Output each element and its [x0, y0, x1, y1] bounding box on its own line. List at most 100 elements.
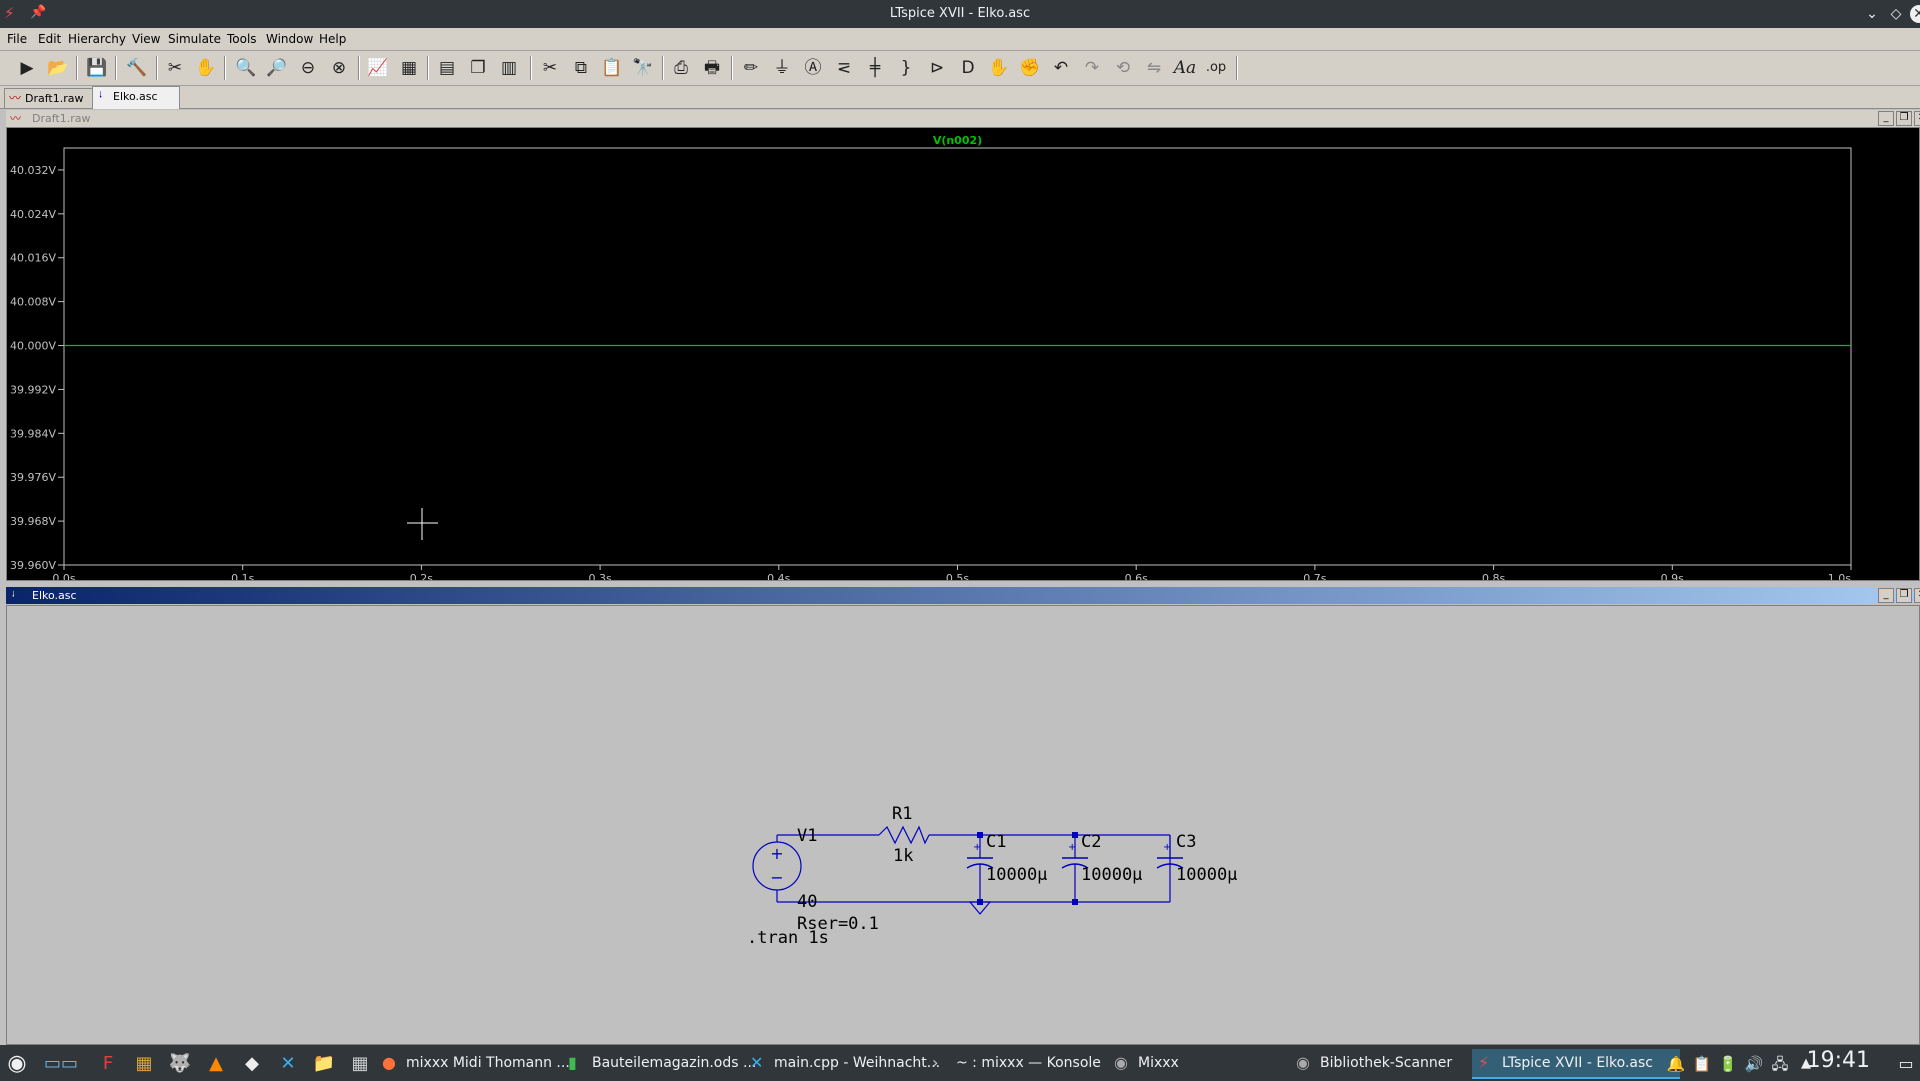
r1-name[interactable]: R1	[892, 804, 912, 824]
run-stop-icon[interactable]: ✂	[162, 55, 188, 81]
drag-hand-icon[interactable]: ✊	[1017, 55, 1043, 81]
autorange-icon[interactable]: 📈	[365, 55, 391, 81]
copy-icon[interactable]: ⧉	[568, 55, 594, 81]
task-vscode[interactable]: ✕ main.cpp - Weihnacht...	[744, 1049, 952, 1077]
text-icon[interactable]: Aa	[1172, 55, 1198, 81]
clipboard-icon[interactable]: 📋	[1688, 1050, 1716, 1078]
run-icon[interactable]: ▶	[14, 55, 40, 81]
cascade-icon[interactable]: ❐	[465, 55, 491, 81]
menu-edit[interactable]: Edit	[38, 32, 61, 46]
zoom-in-icon[interactable]: 🔍	[233, 55, 259, 81]
tab-draft1-raw[interactable]: 〰 Draft1.raw	[4, 88, 94, 108]
task-bibliothek-scanner[interactable]: ◉ Bibliothek-Scanner	[1290, 1049, 1498, 1077]
redo-icon[interactable]: ↷	[1079, 55, 1105, 81]
mirror-icon[interactable]: ⇋	[1141, 55, 1167, 81]
print-setup-icon[interactable]: ⎙	[668, 55, 694, 81]
find-icon[interactable]: 🔭	[630, 55, 656, 81]
close-icon[interactable]: ✕	[1914, 588, 1920, 603]
plot-settings-icon[interactable]: ▦	[396, 55, 422, 81]
cut-icon[interactable]: ✂	[537, 55, 563, 81]
c3-name[interactable]: C3	[1176, 832, 1196, 852]
restore-icon[interactable]: ❐	[1896, 588, 1912, 603]
gimp-icon[interactable]: 🐺	[166, 1050, 194, 1078]
minimize-icon[interactable]: _	[1878, 111, 1894, 126]
pager-icon[interactable]: ▭▭	[36, 1050, 86, 1078]
network-icon[interactable]: 🖧	[1766, 1050, 1794, 1078]
voltage-source-v1[interactable]: + −	[752, 841, 802, 891]
component-icon[interactable]: D	[955, 55, 981, 81]
battery-icon[interactable]: 🔋	[1714, 1050, 1742, 1078]
menu-simulate[interactable]: Simulate	[168, 32, 221, 46]
menu-window[interactable]: Window	[266, 32, 313, 46]
ground-icon[interactable]: ⏚	[769, 55, 795, 81]
schematic-window-header[interactable]: ᛍ Elko.asc _ ❐ ✕	[6, 587, 1920, 604]
capacitor-icon[interactable]: ╪	[862, 55, 888, 81]
app-launcher-icon[interactable]: ◉	[3, 1050, 31, 1078]
resistor-r1[interactable]	[878, 825, 930, 845]
task-bauteilemagazin[interactable]: ▮ Bauteilemagazin.ods ...	[562, 1049, 770, 1077]
v1-value[interactable]: 40	[797, 892, 817, 912]
menu-view[interactable]: View	[132, 32, 160, 46]
tile-vertical-icon[interactable]: ▥	[496, 55, 522, 81]
kicad-icon[interactable]: ▦	[130, 1050, 158, 1078]
plot-window-header[interactable]: 〰 Draft1.raw _ ❐ ✕	[6, 110, 1920, 127]
draw-wire-icon[interactable]: ✏	[738, 55, 764, 81]
c3-value[interactable]: 10000µ	[1176, 865, 1237, 885]
zoom-out-icon[interactable]: ⊖	[295, 55, 321, 81]
v1-name[interactable]: V1	[797, 826, 817, 846]
save-icon[interactable]: 💾	[84, 55, 110, 81]
rotate-icon[interactable]: ⟲	[1110, 55, 1136, 81]
menu-file[interactable]: File	[7, 32, 27, 46]
task-mixxx[interactable]: ◉ Mixxx	[1108, 1049, 1316, 1077]
restore-icon[interactable]: ❐	[1896, 111, 1912, 126]
trace-label[interactable]: V(n002)	[933, 134, 982, 147]
move-hand-icon[interactable]: ✋	[986, 55, 1012, 81]
r1-value[interactable]: 1k	[893, 846, 913, 866]
c2-name[interactable]: C2	[1081, 832, 1101, 852]
calculator-icon[interactable]: ▦	[346, 1050, 374, 1078]
vscode-icon[interactable]: ✕	[274, 1050, 302, 1078]
notifications-icon[interactable]: 🔔	[1662, 1050, 1690, 1078]
tile-horizontal-icon[interactable]: ▤	[434, 55, 460, 81]
open-folder-icon[interactable]: 📂	[45, 55, 71, 81]
menu-hierarchy[interactable]: Hierarchy	[68, 32, 126, 46]
plot-canvas[interactable]: 40.032V 40.024V 40.016V 40.008V 40.000V 39.99…	[7, 128, 1919, 580]
close-icon[interactable]: ✕	[1914, 111, 1920, 126]
minimize-icon[interactable]: _	[1878, 588, 1894, 603]
c1-name[interactable]: C1	[986, 832, 1006, 852]
c2-value[interactable]: 10000µ	[1081, 865, 1142, 885]
volume-icon[interactable]: 🔊	[1740, 1050, 1768, 1078]
waveform-plot[interactable]: 40.032V 40.024V 40.016V 40.008V 40.000V 39.99…	[6, 127, 1920, 581]
clock[interactable]: 19:41	[1807, 1048, 1870, 1073]
zoom-fit-icon[interactable]: ⊗	[326, 55, 352, 81]
inductor-icon[interactable]: }	[893, 55, 919, 81]
task-konsole[interactable]: › ~ : mixxx — Konsole	[926, 1049, 1134, 1077]
maximize-icon[interactable]: ◇	[1886, 4, 1906, 24]
zoom-area-icon[interactable]: 🔎	[264, 55, 290, 81]
file-manager-icon[interactable]: 📁	[310, 1050, 338, 1078]
menu-help[interactable]: Help	[319, 32, 346, 46]
diode-icon[interactable]: ⊳	[924, 55, 950, 81]
c1-value[interactable]: 10000µ	[986, 865, 1047, 885]
inkscape-icon[interactable]: ◆	[238, 1050, 266, 1078]
task-firefox[interactable]: ● mixxx Midi Thomann ...	[376, 1049, 586, 1077]
task-ltspice[interactable]: ⚡ LTspice XVII - Elko.asc	[1472, 1049, 1680, 1079]
print-icon[interactable]: 🖶	[699, 55, 725, 81]
label-net-icon[interactable]: Ⓐ	[800, 55, 826, 81]
pan-hand-icon[interactable]: ✋	[193, 55, 219, 81]
window-titlebar[interactable]: ⚡ 📌 LTspice XVII - Elko.asc ⌄ ◇ ✕	[0, 0, 1920, 28]
paste-icon[interactable]: 📋	[599, 55, 625, 81]
schematic-editor[interactable]: + − + + + V1 40 Rser=0.1 R1 1k C1 10000µ…	[6, 605, 1920, 1045]
tab-elko-asc[interactable]: ᛍ Elko.asc	[92, 86, 180, 109]
schematic-canvas[interactable]: + − + + + V1 40 Rser=0.1 R1 1k C1 10000µ…	[7, 606, 1919, 1044]
filezilla-icon[interactable]: F	[94, 1050, 122, 1078]
spice-directive[interactable]: .tran 1s	[747, 928, 829, 948]
control-panel-icon[interactable]: 🔨	[124, 55, 150, 81]
resistor-icon[interactable]: ⋜	[831, 55, 857, 81]
undo-icon[interactable]: ↶	[1048, 55, 1074, 81]
minimize-icon[interactable]: ⌄	[1862, 4, 1882, 24]
menu-tools[interactable]: Tools	[227, 32, 257, 46]
show-desktop-icon[interactable]: ▭	[1892, 1050, 1920, 1078]
spice-directive-icon[interactable]: .op	[1203, 55, 1229, 81]
vlc-icon[interactable]: ▲	[202, 1050, 230, 1078]
